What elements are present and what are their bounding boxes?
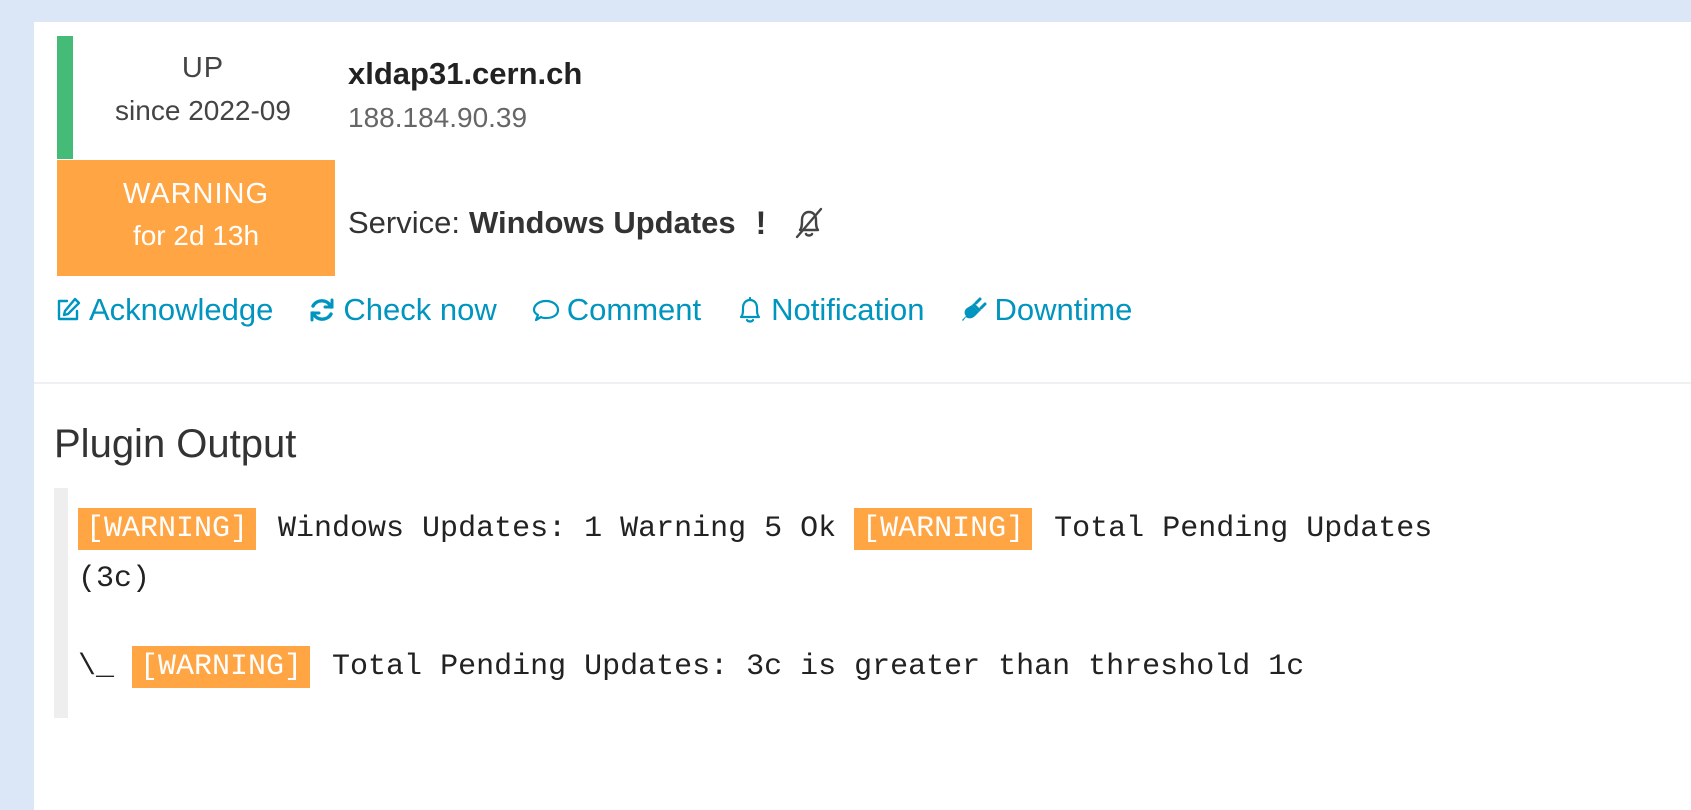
output-line-2: (3c) xyxy=(78,562,150,596)
warning-tag: [WARNING] xyxy=(854,508,1033,550)
refresh-icon xyxy=(310,298,334,322)
comment-icon xyxy=(532,299,559,322)
bell-slash-icon xyxy=(790,204,828,242)
service-detail-panel: UP since 2022-09 xldap31.cern.ch 188.184… xyxy=(34,22,1691,810)
warning-tag: [WARNING] xyxy=(132,646,311,688)
plugin-output: [WARNING] Windows Updates: 1 Warning 5 O… xyxy=(54,488,1614,718)
downtime-label: Downtime xyxy=(994,292,1133,327)
service-state-badge: WARNING for 2d 13h xyxy=(57,160,335,276)
host-address: 188.184.90.39 xyxy=(348,102,528,133)
host-name[interactable]: xldap31.cern.ch xyxy=(348,56,582,92)
output-detail-text: Total Pending Updates: 3c is greater tha… xyxy=(314,650,1305,684)
service-title: Service: Windows Updates ! xyxy=(348,204,828,242)
notification-link[interactable]: Notification xyxy=(735,292,925,328)
output-summary-text: Windows Updates: 1 Warning 5 Ok xyxy=(260,512,855,546)
host-state-text: UP xyxy=(181,52,225,84)
downtime-link[interactable]: Downtime xyxy=(959,292,1133,328)
output-check-text: Total Pending Updates xyxy=(1036,512,1433,546)
warning-tag: [WARNING] xyxy=(78,508,257,550)
edit-icon xyxy=(57,297,81,321)
output-check-count: (3c) xyxy=(78,562,151,596)
comment-label: Comment xyxy=(566,292,702,327)
notification-label: Notification xyxy=(771,292,925,327)
object-header: UP since 2022-09 xldap31.cern.ch 188.184… xyxy=(34,22,1691,384)
comment-link[interactable]: Comment xyxy=(531,292,701,328)
host-state-since: since 2022-09 xyxy=(115,95,291,126)
service-label: Service: xyxy=(348,205,460,240)
service-state-text: WARNING xyxy=(122,178,270,210)
acknowledge-label: Acknowledge xyxy=(89,292,274,327)
host-state-badge: UP since 2022-09 xyxy=(57,36,333,159)
check-now-link[interactable]: Check now xyxy=(307,292,497,328)
output-line-1: [WARNING] Windows Updates: 1 Warning 5 O… xyxy=(78,508,1433,550)
action-bar: Acknowledge Check now Comment Notificati… xyxy=(53,292,1166,328)
bell-icon xyxy=(740,296,761,323)
plug-icon xyxy=(961,297,986,321)
plugin-output-heading: Plugin Output xyxy=(54,422,297,466)
check-now-label: Check now xyxy=(343,292,497,327)
service-name[interactable]: Windows Updates xyxy=(469,205,736,241)
acknowledge-link[interactable]: Acknowledge xyxy=(53,292,273,328)
output-tree-prefix: \_ xyxy=(78,650,133,684)
service-flag: ! xyxy=(755,204,767,241)
output-line-3: \_ [WARNING] Total Pending Updates: 3c i… xyxy=(78,646,1305,688)
service-state-duration: for 2d 13h xyxy=(132,220,260,251)
